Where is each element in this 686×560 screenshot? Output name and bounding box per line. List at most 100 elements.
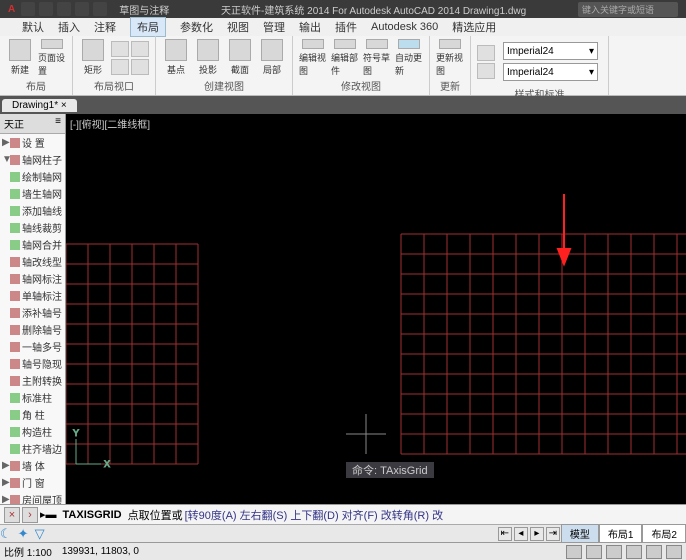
sidebar-item[interactable]: 删除轴号 <box>0 321 65 338</box>
sidebar-item[interactable]: 构造柱 <box>0 423 65 440</box>
grid-toggle[interactable] <box>586 545 602 559</box>
ribbon-tab[interactable]: 注释 <box>94 19 116 35</box>
edit-view-button[interactable]: 编辑视图 <box>299 39 327 77</box>
base-view-button[interactable]: 基点 <box>162 39 190 77</box>
ribbon-tab[interactable]: 输出 <box>299 19 321 35</box>
qat-open-icon[interactable] <box>39 2 53 16</box>
ribbon-tab[interactable]: 管理 <box>263 19 285 35</box>
tab-layout2[interactable]: 布局2 <box>642 524 686 543</box>
item-icon <box>10 206 20 216</box>
ribbon-tab[interactable]: 插入 <box>58 19 80 35</box>
ribbon-tab[interactable]: 参数化 <box>180 19 213 35</box>
section-view-button[interactable]: 截面 <box>226 39 254 77</box>
tangent-sidebar: 天正≡ ▶设 置▼轴网柱子绘制轴网墙生轴网添加轴线轴线裁剪轴网合并轴改线型轴网标… <box>0 114 66 504</box>
sidebar-item[interactable]: 轴线裁剪 <box>0 219 65 236</box>
sidebar-item[interactable]: 柱齐墙边 <box>0 440 65 457</box>
ribbon-tab[interactable]: 布局 <box>130 17 166 37</box>
group-label: 布局视口 <box>79 77 149 93</box>
page-setup-button[interactable]: 页面设置 <box>38 39 66 77</box>
command-name: TAXISGRID <box>63 509 122 521</box>
arrow-icon <box>558 194 570 264</box>
item-label: 轴线裁剪 <box>22 220 62 235</box>
item-icon <box>10 376 20 386</box>
tab-prev-icon[interactable]: ◂ <box>514 527 528 541</box>
status-toggles <box>566 545 682 559</box>
style-combo-1[interactable]: Imperial24▾ <box>503 42 598 60</box>
item-label: 房间屋顶 <box>22 492 62 504</box>
sidebar-item[interactable]: 主附转换 <box>0 372 65 389</box>
group-label: 创建视图 <box>162 77 286 93</box>
close-icon[interactable]: × <box>4 507 20 523</box>
sidebar-item[interactable]: ▼轴网柱子 <box>0 151 65 168</box>
otrack-toggle[interactable] <box>666 545 682 559</box>
sidebar-item[interactable]: ▶门 窗 <box>0 474 65 491</box>
style-icon[interactable] <box>477 45 495 61</box>
tab-next-icon[interactable]: ▸ <box>530 527 544 541</box>
qat-save-icon[interactable] <box>57 2 71 16</box>
file-tab[interactable]: Drawing1* × <box>2 99 77 112</box>
sidebar-item[interactable]: 添补轴号 <box>0 304 65 321</box>
sidebar-item[interactable]: 绘制轴网 <box>0 168 65 185</box>
sidebar-item[interactable]: 添加轴线 <box>0 202 65 219</box>
sidebar-menu-icon[interactable]: ≡ <box>55 116 61 131</box>
tab-layout1[interactable]: 布局1 <box>599 524 643 543</box>
sidebar-item[interactable]: 墙生轴网 <box>0 185 65 202</box>
viewport-icon[interactable] <box>111 41 129 57</box>
ribbon-tab[interactable]: 默认 <box>22 19 44 35</box>
sidebar-item[interactable]: 角 柱 <box>0 406 65 423</box>
scale-label[interactable]: 比例 1:100 <box>4 544 52 559</box>
command-options[interactable]: [转90度(A) 左右翻(S) 上下翻(D) 对齐(F) 改转角(R) 改 <box>185 507 443 523</box>
ribbon-tab[interactable]: 插件 <box>335 19 357 35</box>
tab-last-icon[interactable]: ⇥ <box>546 527 560 541</box>
sidebar-item[interactable]: 轴网标注 <box>0 270 65 287</box>
command-input-bar[interactable]: × › ▸▬ TAXISGRID 点取位置或 [转90度(A) 左右翻(S) 上… <box>0 504 686 524</box>
polar-toggle[interactable] <box>626 545 642 559</box>
update-view-button[interactable]: 更新视图 <box>436 39 464 77</box>
sidebar-item[interactable]: ▶设 置 <box>0 134 65 151</box>
item-label: 绘制轴网 <box>22 169 62 184</box>
viewport-icon[interactable] <box>111 59 129 75</box>
projected-view-button[interactable]: 投影 <box>194 39 222 77</box>
edit-comp-button[interactable]: 编辑部件 <box>331 39 359 77</box>
sidebar-item[interactable]: ▶房间屋顶 <box>0 491 65 504</box>
qat-new-icon[interactable] <box>21 2 35 16</box>
style-combo-2[interactable]: Imperial24▾ <box>503 63 598 81</box>
item-label: 设 置 <box>22 135 45 150</box>
symbol-sketch-button[interactable]: 符号草图 <box>363 39 391 77</box>
qat-redo-icon[interactable] <box>93 2 107 16</box>
detail-view-button[interactable]: 局部 <box>258 39 286 77</box>
sidebar-item[interactable]: 轴号隐现 <box>0 355 65 372</box>
sidebar-item[interactable]: 一轴多号 <box>0 338 65 355</box>
ribbon-tab[interactable]: Autodesk 360 <box>371 21 438 33</box>
tab-first-icon[interactable]: ⇤ <box>498 527 512 541</box>
ribbon-tab[interactable]: 精选应用 <box>452 19 496 35</box>
moon-icon[interactable]: ☾ <box>0 526 12 542</box>
chevron-down-icon: ▾ <box>589 46 594 57</box>
new-layout-button[interactable]: 新建 <box>6 39 34 77</box>
chevron-right-icon[interactable]: › <box>22 507 38 523</box>
sidebar-item[interactable]: 轴网合并 <box>0 236 65 253</box>
viewport-icon[interactable] <box>131 41 149 57</box>
drawing-canvas[interactable]: [-][俯视][二维线框] X Y 命令: TAxisGrid <box>66 114 686 504</box>
workspace-selector[interactable]: 草图与注释 <box>119 2 169 17</box>
auto-update-button[interactable]: 自动更新 <box>395 39 423 77</box>
item-label: 标准柱 <box>22 390 52 405</box>
style-icon[interactable] <box>477 63 495 79</box>
sidebar-item[interactable]: 轴改线型 <box>0 253 65 270</box>
sidebar-item[interactable]: ▶墙 体 <box>0 457 65 474</box>
item-icon <box>10 274 20 284</box>
triangle-icon[interactable]: ▽ <box>35 526 45 542</box>
close-icon[interactable]: × <box>61 100 67 111</box>
tab-model[interactable]: 模型 <box>561 524 599 543</box>
snap-toggle[interactable] <box>566 545 582 559</box>
sidebar-item[interactable]: 标准柱 <box>0 389 65 406</box>
osnap-toggle[interactable] <box>646 545 662 559</box>
rect-viewport-button[interactable]: 矩形 <box>79 39 107 77</box>
help-search-input[interactable]: 键入关键字或短语 <box>578 2 678 17</box>
star-icon[interactable]: ✦ <box>18 526 29 542</box>
ortho-toggle[interactable] <box>606 545 622 559</box>
viewport-icon[interactable] <box>131 59 149 75</box>
sidebar-item[interactable]: 单轴标注 <box>0 287 65 304</box>
qat-undo-icon[interactable] <box>75 2 89 16</box>
ribbon-tab[interactable]: 视图 <box>227 19 249 35</box>
